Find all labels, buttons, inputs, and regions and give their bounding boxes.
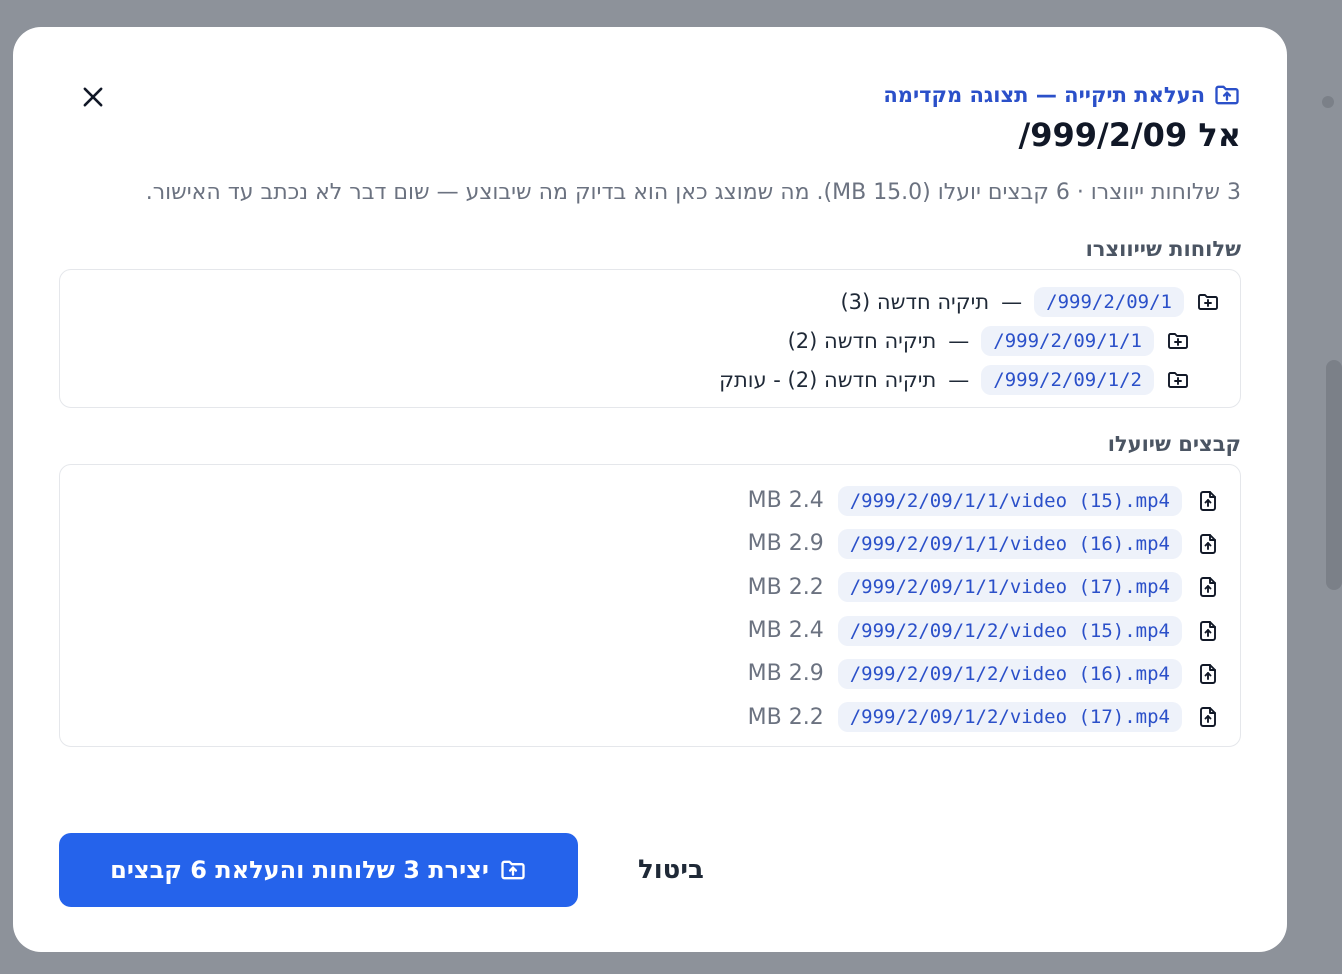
folder-plus-icon: [1198, 293, 1218, 310]
file-path: /999/2/09/1/2/video (15).mp4: [837, 615, 1182, 646]
file-upload-icon: [1200, 663, 1216, 684]
folder-separator: —: [948, 328, 970, 353]
cancel-button[interactable]: ביטול: [622, 847, 720, 893]
file-path: /999/2/09/1/1/video (17).mp4: [837, 572, 1182, 603]
file-size: 2.2 MB: [747, 704, 824, 730]
file-row: /999/2/09/1/1/video (17).mp4 2.2 MB: [80, 566, 1220, 609]
folder-upload-icon: [501, 860, 525, 880]
file-size: 2.9 MB: [747, 531, 824, 557]
file-path: /999/2/09/1/2/video (17).mp4: [837, 702, 1182, 733]
file-size: 2.9 MB: [747, 661, 824, 687]
file-upload-icon: [1200, 533, 1216, 554]
file-row: /999/2/09/1/2/video (15).mp4 2.4 MB: [80, 609, 1220, 652]
folder-row: /999/2/09/1/1 — תיקיה חדשה (2): [80, 321, 1220, 360]
file-row: /999/2/09/1/1/video (15).mp4 2.4 MB: [80, 479, 1220, 522]
file-path: /999/2/09/1/1/video (16).mp4: [837, 528, 1182, 559]
file-size: 2.2 MB: [747, 574, 824, 600]
upload-preview-dialog: העלאת תיקייה — תצוגה מקדימה אל 999/2/09/…: [13, 27, 1287, 952]
folder-separator: —: [948, 367, 970, 392]
folder-plus-icon: [1168, 371, 1188, 388]
close-icon: [83, 87, 103, 107]
folder-name: תיקיה חדשה (2) - עותק: [719, 367, 937, 392]
file-row: /999/2/09/1/1/video (16).mp4 2.9 MB: [80, 522, 1220, 565]
folder-separator: —: [1001, 289, 1023, 314]
files-section-label: קבצים שיועלו: [1107, 432, 1241, 456]
folder-path: /999/2/09/1/2: [981, 364, 1154, 395]
file-upload-icon: [1200, 490, 1216, 511]
dialog-title: אל 999/2/09/: [1018, 116, 1241, 154]
close-button[interactable]: [79, 83, 107, 111]
folder-path: /999/2/09/1/1: [981, 325, 1154, 356]
folder-row: /999/2/09/1 — תיקיה חדשה (3): [80, 282, 1220, 321]
file-row: /999/2/09/1/2/video (17).mp4 2.2 MB: [80, 695, 1220, 738]
dialog-actions: יצירת 3 שלוחות והעלאת 6 קבצים ביטול: [59, 833, 1241, 907]
file-upload-icon: [1200, 620, 1216, 641]
folder-upload-icon: [1215, 85, 1239, 105]
dialog-description: 3 שלוחות ייווצרו · 6 קבצים יועלו (15.0 M…: [145, 180, 1241, 205]
backdrop-dot: [1322, 96, 1334, 108]
file-upload-icon: [1200, 577, 1216, 598]
confirm-upload-label: יצירת 3 שלוחות והעלאת 6 קבצים: [110, 856, 489, 884]
confirm-upload-button[interactable]: יצירת 3 שלוחות והעלאת 6 קבצים: [59, 833, 578, 907]
file-size: 2.4 MB: [747, 488, 824, 514]
folders-list: /999/2/09/1 — תיקיה חדשה (3) /999/2/09/1…: [59, 269, 1241, 408]
folders-section-label: שלוחות שייווצרו: [1085, 237, 1241, 261]
folder-name: תיקיה חדשה (3): [840, 289, 990, 314]
files-list: /999/2/09/1/1/video (15).mp4 2.4 MB /999…: [59, 464, 1241, 747]
folder-path: /999/2/09/1: [1034, 286, 1184, 317]
eyebrow-text: העלאת תיקייה — תצוגה מקדימה: [883, 83, 1205, 107]
file-size: 2.4 MB: [747, 618, 824, 644]
backdrop-scrollbar[interactable]: [1326, 360, 1342, 590]
file-row: /999/2/09/1/2/video (16).mp4 2.9 MB: [80, 652, 1220, 695]
dialog-eyebrow: העלאת תיקייה — תצוגה מקדימה: [59, 79, 1241, 111]
file-path: /999/2/09/1/2/video (16).mp4: [837, 658, 1182, 689]
folder-plus-icon: [1168, 332, 1188, 349]
file-upload-icon: [1200, 707, 1216, 728]
folder-row: /999/2/09/1/2 — תיקיה חדשה (2) - עותק: [80, 360, 1220, 399]
file-path: /999/2/09/1/1/video (15).mp4: [837, 485, 1182, 516]
folder-name: תיקיה חדשה (2): [787, 328, 937, 353]
